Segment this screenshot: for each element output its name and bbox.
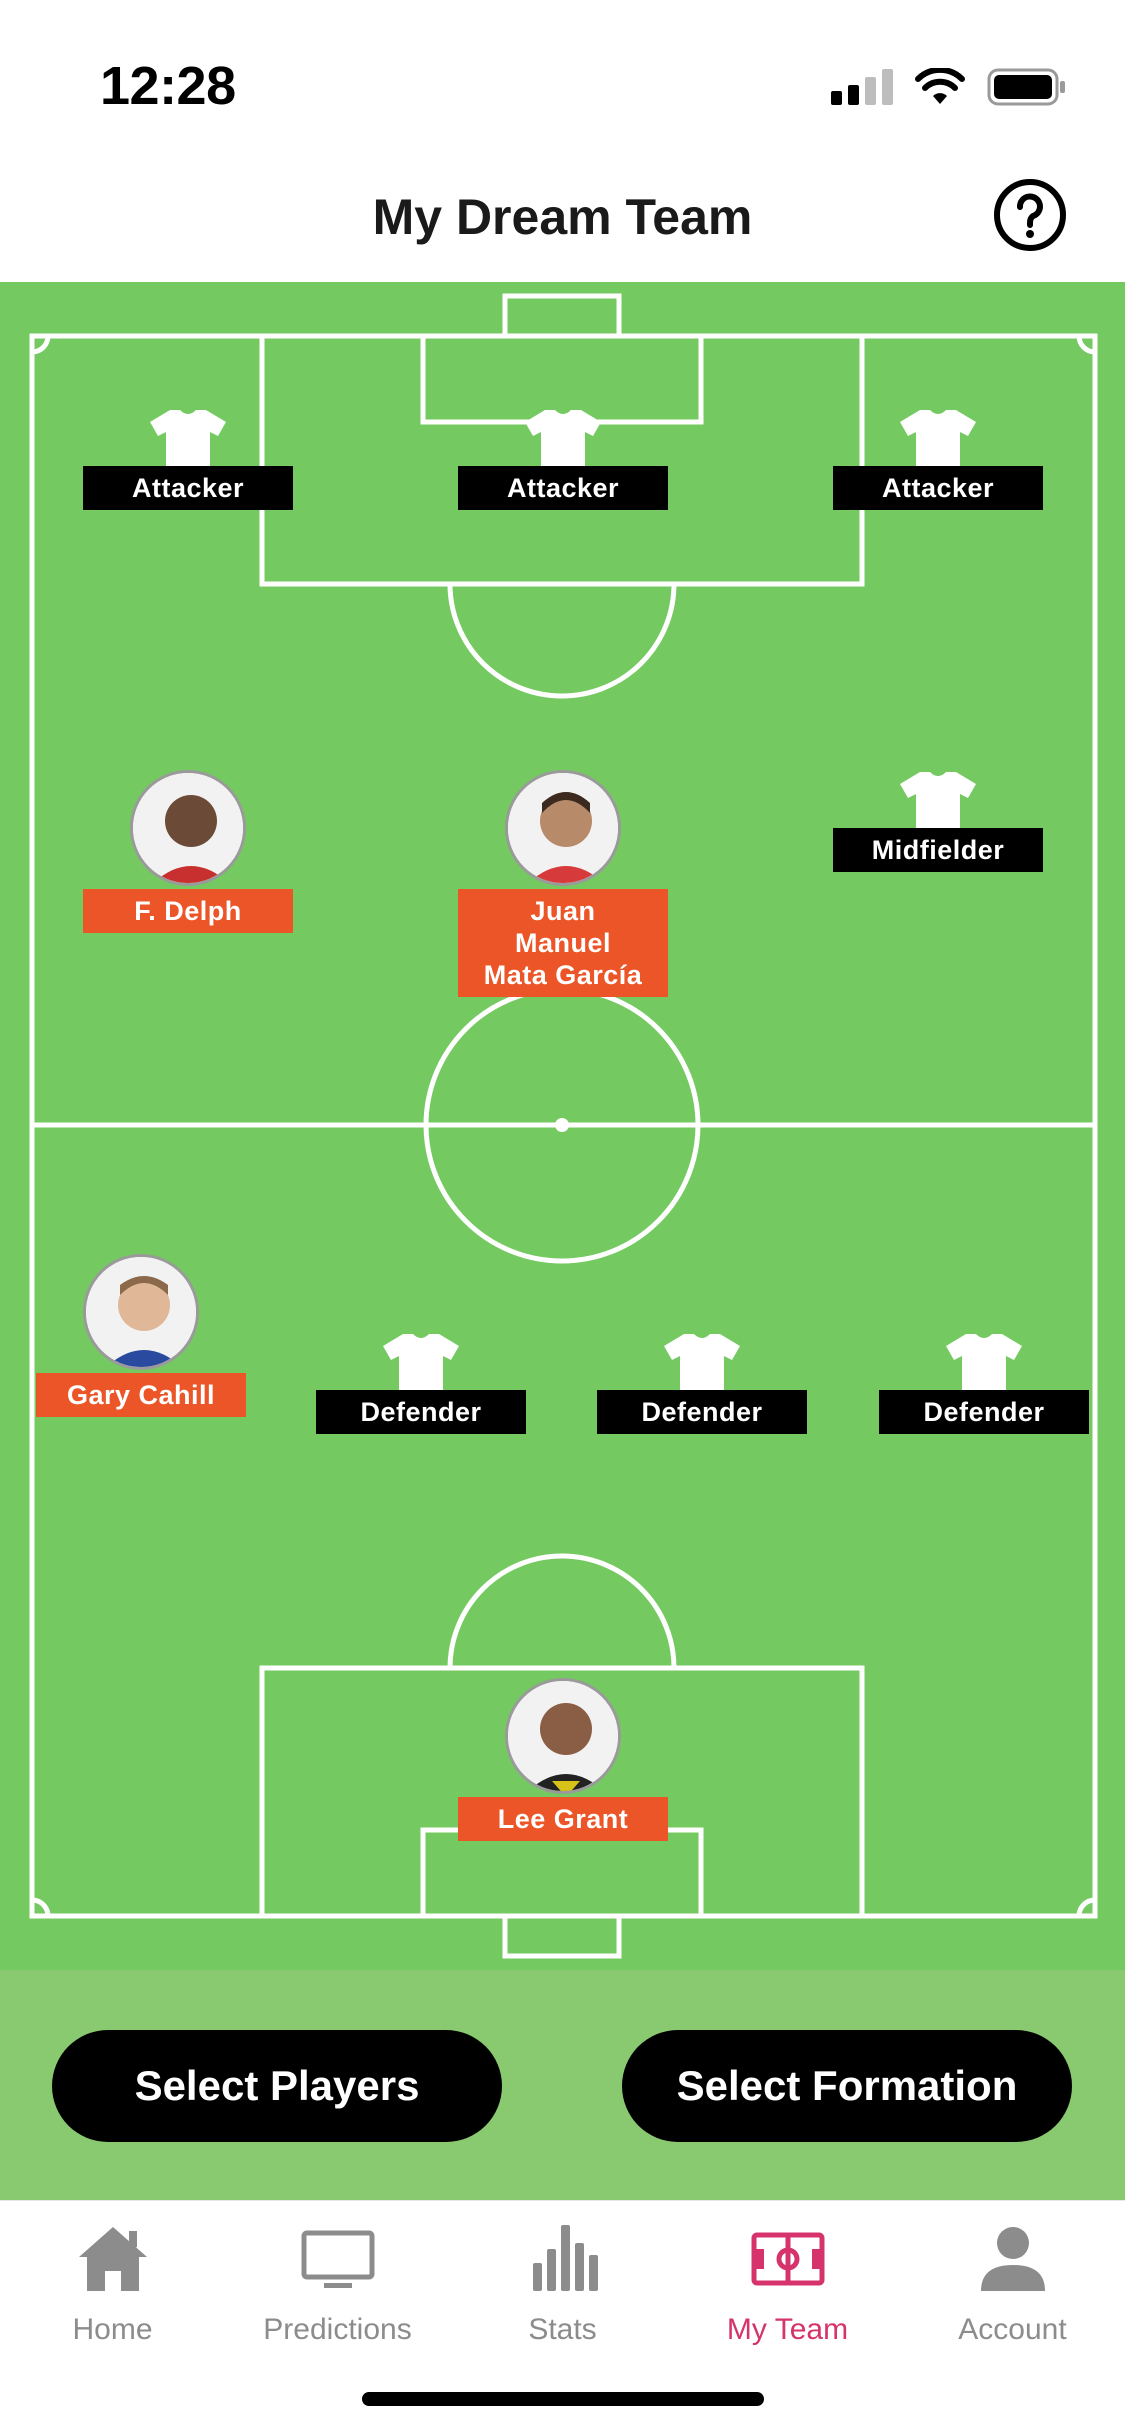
player-name: Lee Grant	[458, 1797, 668, 1841]
player-avatar	[505, 1678, 621, 1794]
shirt-icon	[383, 1334, 459, 1392]
cellular-signal-icon	[831, 69, 893, 105]
tab-label: My Team	[726, 2313, 849, 2346]
tv-icon	[301, 2230, 374, 2288]
defender-slot[interactable]: Defender	[596, 1332, 808, 1434]
attacker-slot[interactable]: Attacker	[832, 408, 1044, 510]
header: My Dream Team	[0, 170, 1125, 282]
tab-home[interactable]: Home	[0, 2219, 225, 2347]
position-label: Attacker	[833, 466, 1043, 510]
page-title: My Dream Team	[372, 189, 753, 245]
tab-predictions[interactable]: Predictions	[225, 2219, 450, 2347]
tab-label: Stats	[528, 2313, 597, 2346]
defender-slot[interactable]: Defender	[878, 1332, 1090, 1434]
status-time: 12:28	[100, 56, 236, 116]
shirt-icon	[900, 410, 976, 468]
shirt-icon	[150, 410, 226, 468]
shirt-icon	[946, 1334, 1022, 1392]
shirt-icon	[525, 410, 601, 468]
wifi-icon	[915, 68, 965, 104]
player-slot-goalkeeper[interactable]: Lee Grant	[457, 1678, 669, 1841]
position-label: Defender	[597, 1390, 807, 1434]
attacker-slot[interactable]: Attacker	[457, 408, 669, 510]
midfielder-slot[interactable]: Midfielder	[832, 770, 1044, 872]
attacker-slot[interactable]: Attacker	[82, 408, 294, 510]
actions-bar: Select Players Select Formation	[0, 1970, 1125, 2200]
tab-label: Predictions	[263, 2313, 412, 2346]
pitch-icon	[751, 2232, 824, 2286]
player-name: Gary Cahill	[36, 1373, 246, 1417]
select-formation-button[interactable]: Select Formation	[622, 2030, 1072, 2142]
position-label: Attacker	[458, 466, 668, 510]
position-label: Defender	[316, 1390, 526, 1434]
tab-account[interactable]: Account	[900, 2219, 1125, 2347]
shirt-icon	[900, 772, 976, 830]
select-players-button[interactable]: Select Players	[52, 2030, 502, 2142]
help-icon[interactable]	[993, 178, 1067, 252]
tab-label: Home	[72, 2313, 153, 2346]
player-name: Juan Manuel Mata García	[458, 889, 668, 997]
defender-slot[interactable]: Defender	[315, 1332, 527, 1434]
bar-chart-icon	[532, 2225, 598, 2291]
player-slot-defender[interactable]: Gary Cahill	[35, 1254, 247, 1417]
player-slot-midfielder[interactable]: F. Delph	[82, 770, 294, 933]
player-name: F. Delph	[83, 889, 293, 933]
tab-stats[interactable]: Stats	[450, 2219, 675, 2347]
position-label: Attacker	[83, 466, 293, 510]
battery-icon	[987, 68, 1065, 106]
person-icon	[980, 2227, 1045, 2291]
tab-my-team[interactable]: My Team	[675, 2219, 900, 2347]
player-slot-midfielder[interactable]: Juan Manuel Mata García	[457, 770, 669, 997]
player-avatar	[505, 770, 621, 886]
home-icon	[78, 2227, 147, 2291]
status-icons	[831, 66, 1067, 108]
player-avatar	[130, 770, 246, 886]
status-bar: 12:28	[0, 0, 1125, 170]
tab-label: Account	[958, 2313, 1067, 2346]
football-pitch: Attacker Attacker Attacker F. Delph Juan…	[0, 282, 1125, 1970]
home-indicator	[362, 2392, 764, 2406]
shirt-icon	[664, 1334, 740, 1392]
position-label: Defender	[879, 1390, 1089, 1434]
player-avatar	[83, 1254, 199, 1370]
position-label: Midfielder	[833, 828, 1043, 872]
